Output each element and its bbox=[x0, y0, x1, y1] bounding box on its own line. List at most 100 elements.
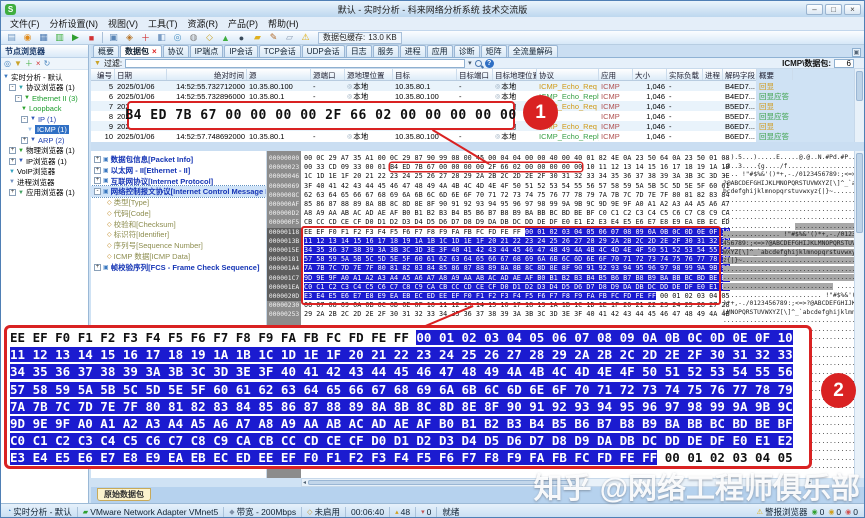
start-capture-icon[interactable]: ▶ bbox=[68, 32, 83, 44]
packet-buffer-icon[interactable]: ◧ bbox=[154, 32, 169, 44]
tree-expander-icon[interactable]: - bbox=[9, 84, 16, 91]
tab-全流量解码[interactable]: 全流量解码 bbox=[508, 45, 558, 57]
column-header-sum[interactable]: 概要 bbox=[757, 69, 793, 80]
analysis-settings-icon[interactable]: ◈ bbox=[122, 32, 137, 44]
minimize-button[interactable]: – bbox=[806, 4, 823, 15]
tab-TCP会话[interactable]: TCP会话 bbox=[259, 45, 301, 57]
close-button[interactable]: × bbox=[844, 4, 861, 15]
menu-item[interactable]: 视图(V) bbox=[103, 17, 143, 30]
help-icon[interactable]: ? bbox=[485, 59, 494, 68]
tab-进程[interactable]: 进程 bbox=[400, 45, 426, 57]
menu-item[interactable]: 帮助(H) bbox=[263, 17, 304, 30]
column-header-payload[interactable]: 实际负载 bbox=[667, 69, 703, 80]
alarm-browser[interactable]: ⚠警报浏览器 bbox=[757, 506, 808, 518]
matrix-icon[interactable]: ◇ bbox=[202, 32, 217, 44]
horizontal-splitter[interactable] bbox=[91, 142, 864, 151]
tree-expander-icon[interactable]: + bbox=[94, 156, 101, 163]
column-header-time[interactable]: 绝对时间 bbox=[167, 69, 247, 80]
tree-expander-icon[interactable]: - bbox=[21, 116, 28, 123]
tab-close-icon[interactable]: × bbox=[152, 47, 157, 56]
packet-row[interactable]: 102025/01/0614:52:57.74869200010.35.80.1… bbox=[91, 131, 756, 141]
decode-item[interactable]: ◇序列号[Sequence Number] bbox=[91, 240, 266, 251]
tree-expander-icon[interactable]: - bbox=[15, 95, 22, 102]
tab-日志[interactable]: 日志 bbox=[346, 45, 372, 57]
tree-expander-icon[interactable]: + bbox=[9, 147, 16, 154]
tab-诊断[interactable]: 诊断 bbox=[454, 45, 480, 57]
column-header-date[interactable]: 日期 bbox=[115, 69, 167, 80]
column-header-sport[interactable]: 源端口 bbox=[311, 69, 345, 80]
tree-expander-icon[interactable]: + bbox=[94, 167, 101, 174]
column-header-size[interactable]: 大小 bbox=[633, 69, 667, 80]
tree-expander-icon[interactable]: + bbox=[94, 264, 101, 271]
decode-item[interactable]: +▣以太网 - II[Ethernet - II] bbox=[91, 165, 266, 176]
tree-expander-icon[interactable]: + bbox=[9, 158, 16, 165]
node-tree-item[interactable]: ▼ICMP (1) bbox=[1, 125, 88, 136]
tab-概要[interactable]: 概要 bbox=[93, 45, 119, 57]
tab-应用[interactable]: 应用 bbox=[427, 45, 453, 57]
new-analysis-icon[interactable]: ▤ bbox=[4, 32, 19, 44]
packet-row[interactable]: 52025/01/0614:52:55.73271200010.35.80.10… bbox=[91, 81, 756, 91]
node-tree-item[interactable]: ▼VoIP浏览器 bbox=[1, 167, 88, 178]
column-header-proc[interactable]: 进程 bbox=[703, 69, 723, 80]
tree-expander-icon[interactable]: + bbox=[94, 177, 101, 184]
node-tree-item[interactable]: -▼IP (1) bbox=[1, 114, 88, 125]
column-header-src[interactable]: 源 bbox=[247, 69, 311, 80]
decode-item[interactable]: +▣帧校验序列[FCS - Frame Check Sequence] bbox=[91, 262, 266, 273]
tree-expander-icon[interactable]: + bbox=[21, 137, 28, 144]
decode-item[interactable]: ◇校验和[Checksum] bbox=[91, 219, 266, 230]
column-header-field[interactable]: 解码字段 bbox=[723, 69, 757, 80]
menu-item[interactable]: 资源(R) bbox=[183, 17, 224, 30]
adapter-settings-icon[interactable]: ▣ bbox=[106, 32, 121, 44]
filter-icon[interactable]: ▼ bbox=[14, 59, 22, 68]
tab-IP会话[interactable]: IP会话 bbox=[224, 45, 258, 57]
node-tree-item[interactable]: -▼协议浏览器 (1) bbox=[1, 83, 88, 94]
decode-scrollbar[interactable] bbox=[854, 151, 864, 478]
menu-item[interactable]: 产品(P) bbox=[223, 17, 263, 30]
decode-item[interactable]: +▣数据包信息[Packet Info] bbox=[91, 154, 266, 165]
add-node-icon[interactable]: ＋ bbox=[25, 58, 33, 69]
tab-数据包[interactable]: 数据包× bbox=[120, 45, 162, 57]
tree-expander-icon[interactable]: - bbox=[94, 188, 101, 195]
column-header-dport[interactable]: 目标端口 bbox=[457, 69, 493, 80]
node-tree-item[interactable]: +▼IP浏览器 (1) bbox=[1, 156, 88, 167]
mail-icon[interactable]: ▱ bbox=[282, 32, 297, 44]
column-header-dst[interactable]: 目标 bbox=[393, 69, 457, 80]
column-header-dgeo[interactable]: 目标地理位置 bbox=[493, 69, 537, 80]
node-tree-item[interactable]: ▼进程浏览器 bbox=[1, 177, 88, 188]
tree-expander-icon[interactable]: + bbox=[9, 189, 16, 196]
decode-item[interactable]: ◇标识符[Identifier] bbox=[91, 230, 266, 241]
node-tree-item[interactable]: ▼Loopback bbox=[1, 104, 88, 115]
locate-icon[interactable]: ◎ bbox=[4, 59, 11, 68]
decode-item[interactable]: +▣互联网协议[Internet Protocol] bbox=[91, 176, 266, 187]
scroll-left-icon[interactable]: ◂ bbox=[303, 479, 306, 486]
tab-矩阵[interactable]: 矩阵 bbox=[481, 45, 507, 57]
decode-item[interactable]: ◇代码[Code] bbox=[91, 208, 266, 219]
decode-item[interactable]: -▣网络控制报文协议[Internet Control Message Prot… bbox=[91, 186, 266, 197]
tab-协议[interactable]: 协议 bbox=[163, 45, 189, 57]
node-tree-item[interactable]: ▼实时分析 - 默认 bbox=[1, 72, 88, 83]
open-icon[interactable]: ◉ bbox=[20, 32, 35, 44]
maximize-button[interactable]: □ bbox=[825, 4, 842, 15]
decode-item[interactable]: ◇ICMP 数据[ICMP Data] bbox=[91, 251, 266, 262]
alarm-icon[interactable]: ⚠ bbox=[298, 32, 313, 44]
stop-capture-icon[interactable]: ■ bbox=[84, 32, 99, 44]
column-header-no[interactable]: 编号 bbox=[91, 69, 115, 80]
save-icon[interactable]: ▦ bbox=[36, 32, 51, 44]
node-tree-item[interactable]: +▼应用浏览器 (1) bbox=[1, 188, 88, 199]
tab-IP端点[interactable]: IP端点 bbox=[190, 45, 224, 57]
decode-item[interactable]: ◇类型[Type] bbox=[91, 197, 266, 208]
column-header-proto[interactable]: 协议 bbox=[537, 69, 599, 80]
tab-服务[interactable]: 服务 bbox=[373, 45, 399, 57]
column-header-app[interactable]: 应用 bbox=[599, 69, 633, 80]
node-tree-item[interactable]: -▼Ethernet II (3) bbox=[1, 93, 88, 104]
edit-icon[interactable]: ✎ bbox=[266, 32, 281, 44]
tab-UDP会话[interactable]: UDP会话 bbox=[302, 45, 345, 57]
node-tree-item[interactable]: +▼ARP (2) bbox=[1, 135, 88, 146]
diagnosis-settings-icon[interactable]: ◎ bbox=[170, 32, 185, 44]
report-icon[interactable]: ▲ bbox=[218, 32, 233, 44]
column-header-sgeo[interactable]: 源地理位置 bbox=[345, 69, 393, 80]
packet-list-scrollbar[interactable] bbox=[854, 69, 864, 142]
packet-row[interactable]: 62025/01/0614:52:55.73289600010.35.80.1-… bbox=[91, 91, 756, 101]
export-icon[interactable]: ▥ bbox=[52, 32, 67, 44]
tab-overflow-icon[interactable]: ▣ bbox=[852, 48, 861, 57]
